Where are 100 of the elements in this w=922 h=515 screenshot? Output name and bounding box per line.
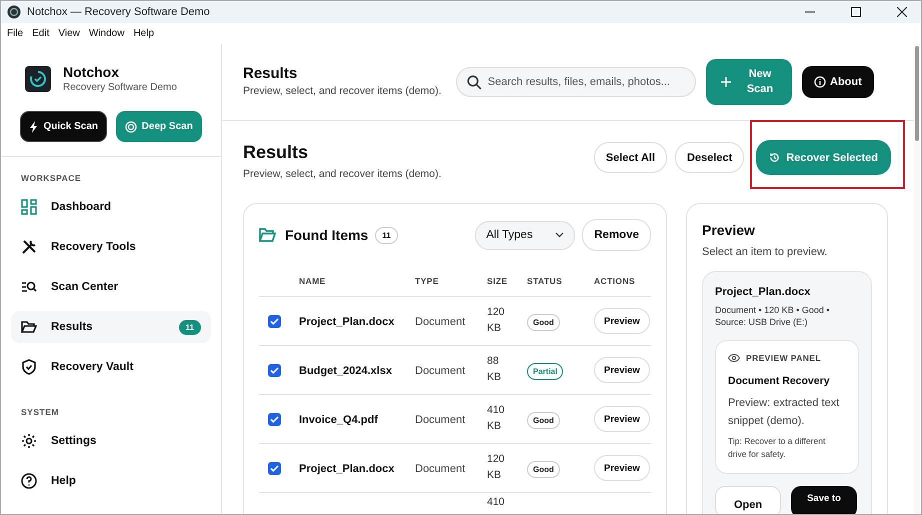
size-cell-text: 410 KB bbox=[487, 403, 506, 434]
file-name: Project_Plan.docx bbox=[715, 286, 812, 298]
type-cell: Document bbox=[415, 365, 466, 377]
new-scan-button[interactable]: New Scan bbox=[706, 59, 792, 105]
shield-check-icon bbox=[21, 359, 37, 375]
open-button[interactable]: Open bbox=[715, 486, 781, 514]
settings-icon bbox=[21, 433, 37, 449]
maximize-icon[interactable] bbox=[851, 7, 861, 17]
file-name-cell: Invoice_Q4.pdf bbox=[299, 414, 378, 426]
sidebar-item[interactable]: Recovery Tools bbox=[11, 231, 211, 263]
column-header: TYPE bbox=[415, 276, 440, 286]
close-icon[interactable] bbox=[897, 7, 907, 17]
eye-icon bbox=[728, 354, 740, 362]
column-header: ACTIONS bbox=[594, 276, 636, 286]
list-search-icon bbox=[21, 279, 37, 295]
panel-tip: Tip: Recover to a different drive for safety. bbox=[728, 435, 826, 461]
folder-icon bbox=[21, 319, 37, 335]
lightning-icon bbox=[28, 120, 39, 132]
type-cell: Document bbox=[415, 316, 466, 328]
header-title: Results bbox=[243, 65, 298, 82]
preview-hint: Select an item to preview. bbox=[702, 246, 828, 258]
sidebar-item[interactable]: Recovery Vault bbox=[11, 351, 211, 383]
sidebar-item[interactable]: Help bbox=[11, 465, 211, 497]
column-header: STATUS bbox=[527, 276, 564, 286]
plus-icon bbox=[721, 77, 731, 87]
sidebar-item[interactable]: Dashboard bbox=[11, 191, 211, 223]
column-header: SIZE bbox=[487, 276, 508, 286]
section-heading: WORKSPACE bbox=[20, 172, 82, 185]
checkbox[interactable] bbox=[268, 364, 281, 377]
folder-icon bbox=[259, 228, 276, 242]
info-icon bbox=[814, 76, 826, 88]
sidebar-item[interactable]: Settings bbox=[11, 425, 211, 457]
menu-item[interactable]: Help bbox=[133, 28, 154, 39]
file-name-cell: Budget_2024.xlsx bbox=[299, 365, 392, 377]
history-icon bbox=[769, 152, 780, 163]
header-subtitle: Preview, select, and recover items (demo). bbox=[243, 84, 442, 99]
preview-button[interactable]: Preview bbox=[594, 455, 650, 481]
preview-title: Preview bbox=[702, 222, 756, 238]
type-cell: Document bbox=[415, 463, 466, 475]
preview-button[interactable]: Preview bbox=[594, 308, 650, 334]
about-button[interactable]: About bbox=[802, 66, 874, 98]
preview-button[interactable]: Preview bbox=[594, 406, 650, 432]
file-name-cell: Project_Plan.docx bbox=[299, 463, 394, 475]
app-subtitle: Recovery Software Demo bbox=[63, 82, 177, 93]
select-all-button[interactable]: Select All bbox=[594, 142, 668, 173]
search-field[interactable]: Search results, files, emails, photos... bbox=[456, 67, 696, 97]
type-filter-dropdown[interactable]: All Types bbox=[475, 220, 576, 250]
file-name-cell: Project_Plan.docx bbox=[299, 316, 394, 328]
panel-title: Document Recovery bbox=[728, 375, 831, 388]
file-meta: Document • 120 KB • Good • Source: USB Drive (E:) bbox=[715, 304, 831, 328]
status-badge: Good bbox=[527, 461, 560, 478]
status-badge: Good bbox=[527, 412, 560, 429]
help-icon bbox=[21, 473, 37, 489]
recover-selected-button[interactable]: Recover Selected bbox=[756, 140, 891, 175]
scrollbar[interactable] bbox=[914, 44, 921, 514]
status-badge: Partial bbox=[527, 363, 564, 380]
column-header: NAME bbox=[299, 276, 327, 286]
remove-button[interactable]: Remove bbox=[582, 219, 651, 251]
app-logo-icon bbox=[7, 5, 21, 19]
chevron-down-icon bbox=[555, 232, 564, 238]
checkmark-icon bbox=[270, 367, 279, 374]
found-items-title: Found Items bbox=[285, 227, 368, 243]
page-title: Results bbox=[243, 142, 310, 163]
checkmark-icon bbox=[270, 465, 279, 472]
save-to-button[interactable]: Save to bbox=[791, 486, 857, 514]
menu-item[interactable]: View bbox=[58, 28, 80, 39]
checkbox[interactable] bbox=[268, 462, 281, 475]
app-name: Notchox bbox=[63, 64, 120, 80]
size-cell-text: 120 KB bbox=[487, 305, 506, 336]
sidebar-item[interactable]: Results 11 bbox=[11, 311, 211, 343]
checkmark-icon bbox=[270, 318, 279, 325]
checkbox[interactable] bbox=[268, 413, 281, 426]
section-heading: SYSTEM bbox=[20, 406, 60, 419]
search-input[interactable]: Search results, files, emails, photos... bbox=[488, 76, 685, 88]
size-cell-text: 120 KB bbox=[487, 452, 506, 483]
deselect-button[interactable]: Deselect bbox=[675, 142, 744, 173]
deep-scan-button[interactable]: Deep Scan bbox=[116, 111, 202, 142]
app-logo-icon bbox=[25, 66, 51, 92]
panel-text: Preview: extracted text snippet (demo). bbox=[728, 396, 840, 429]
window-title: Notchox — Recovery Software Demo bbox=[27, 6, 210, 18]
size-cell-text: 88 KB bbox=[487, 354, 502, 385]
size-cell-text: 410 bbox=[487, 495, 506, 510]
panel-label: PREVIEW PANEL bbox=[746, 353, 821, 364]
tools-icon bbox=[21, 239, 37, 255]
checkbox[interactable] bbox=[268, 315, 281, 328]
dashboard-icon bbox=[21, 199, 37, 215]
status-badge: Good bbox=[527, 314, 560, 331]
search-icon bbox=[467, 74, 482, 90]
page-subtitle: Preview, select, and recover items (demo). bbox=[243, 168, 442, 180]
menu-item[interactable]: Window bbox=[88, 28, 124, 39]
count-badge: 11 bbox=[375, 226, 398, 244]
menu-item[interactable]: Edit bbox=[32, 28, 50, 39]
target-icon bbox=[124, 120, 137, 132]
sidebar-item[interactable]: Scan Center bbox=[11, 271, 211, 303]
preview-button[interactable]: Preview bbox=[594, 357, 650, 383]
quick-scan-button[interactable]: Quick Scan bbox=[20, 111, 106, 142]
count-badge: 11 bbox=[178, 320, 201, 334]
menu-item[interactable]: File bbox=[7, 28, 24, 39]
type-cell: Document bbox=[415, 414, 466, 426]
checkmark-icon bbox=[270, 416, 279, 423]
